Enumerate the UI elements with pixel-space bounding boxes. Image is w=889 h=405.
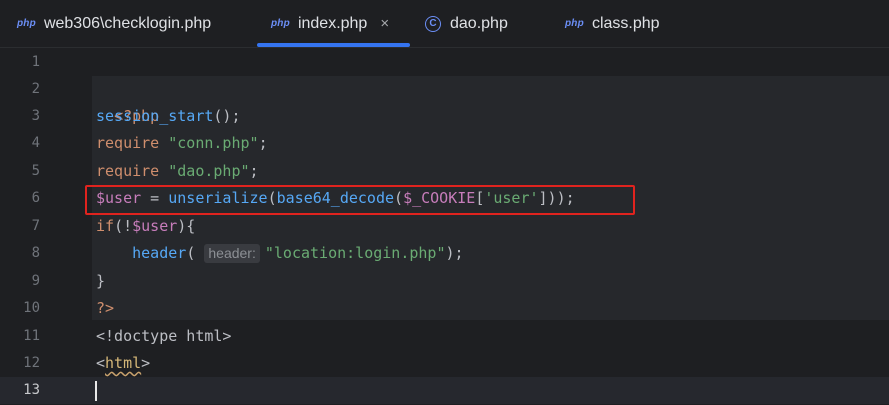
string-literal: "dao.php" [168,162,250,180]
line-number: 3 [31,108,40,124]
class-file-icon: C [425,15,441,32]
keyword: require [96,134,160,152]
close-icon[interactable]: × [380,15,389,32]
tab-index[interactable]: php index.php × [271,0,389,47]
punctuation: < [96,354,106,372]
editor-tab-bar: php web306\checklogin.php php index.php … [0,0,889,48]
punctuation: > [141,354,151,372]
line-number: 6 [31,190,40,206]
variable: $user [132,217,178,235]
punctuation: ; [249,162,259,180]
tab-checklogin[interactable]: php web306\checklogin.php [17,0,211,47]
code-line-3: session_start(); [96,103,241,130]
tab-label: web306\checklogin.php [43,14,212,32]
tab-label: index.php [297,14,368,32]
line-number: 11 [23,328,40,344]
php-file-icon: php [17,18,36,29]
line-number: 5 [31,163,40,179]
string-literal: "conn.php" [168,134,259,152]
tab-label: class.php [591,14,660,32]
code-line-2: <?php [96,76,159,125]
line-number: 7 [31,218,40,234]
line-number: 10 [23,300,40,316]
punctuation: (! [114,217,133,235]
doctype: <!doctype html> [96,327,232,345]
line-number: 2 [31,81,40,97]
punctuation: ){ [177,217,196,235]
code-line-7: if(!$user){ [96,213,195,240]
function-name: header [132,244,187,262]
tab-dao[interactable]: C dao.php [425,0,508,47]
php-close-tag: ?> [96,299,115,317]
highlight-annotation [85,185,635,215]
php-file-icon: php [271,18,290,29]
punctuation: } [96,272,106,290]
code-line-8: header( header: "location:login.php"); [96,240,464,267]
code-line-12: <html> [96,350,150,377]
line-number: 1 [31,54,40,70]
punctuation: ( [186,244,205,262]
active-tab-indicator [257,43,410,47]
code-line-9: } [96,268,105,295]
punctuation: ; [258,134,268,152]
tab-label: dao.php [450,14,508,32]
tab-class[interactable]: php class.php [565,0,660,47]
code-line-11: <!doctype html> [96,323,231,350]
punctuation: ); [445,244,464,262]
string-literal: "location:login.php" [264,244,446,262]
line-number: 8 [31,245,40,261]
line-number-active: 13 [23,382,40,398]
line-number: 4 [31,135,40,151]
line-number: 9 [31,273,40,289]
code-line-5: require "dao.php"; [96,158,259,185]
keyword: if [96,217,115,235]
line-number: 12 [23,355,40,371]
php-file-icon: php [565,18,584,29]
code-line-4: require "conn.php"; [96,130,268,157]
html-tag: html [105,354,142,372]
code-line-10: ?> [96,295,114,322]
keyword: require [96,162,160,180]
punctuation: (); [213,107,241,125]
text-caret [95,381,97,401]
current-line-highlight [0,377,889,404]
function-name: session_start [96,107,214,125]
parameter-hint: header: [204,244,260,263]
